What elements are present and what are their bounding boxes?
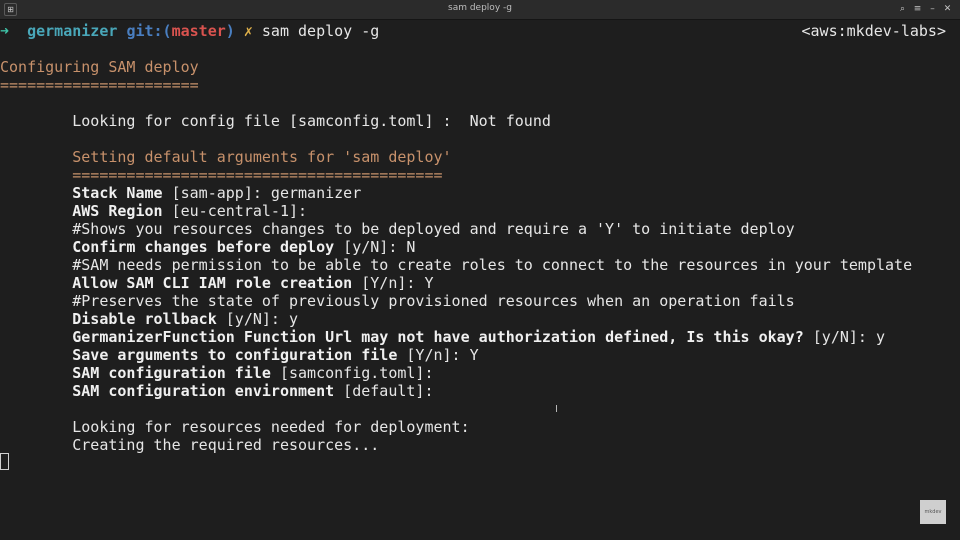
- config-file-value: [samconfig.toml]:: [270, 364, 434, 382]
- stack-name-line: Stack Name [sam-app]: germanizer: [0, 184, 361, 202]
- confirm-label: Confirm changes before deploy: [72, 238, 335, 256]
- stack-name-label: Stack Name: [72, 184, 163, 202]
- creating-resources-line: Creating the required resources...: [0, 436, 380, 454]
- region-label: AWS Region: [72, 202, 163, 220]
- prompt-arrow-icon: ➜: [0, 22, 10, 40]
- iam-line: Allow SAM CLI IAM role creation [Y/n]: Y: [0, 274, 434, 292]
- stack-name-value: [sam-app]: germanizer: [162, 184, 362, 202]
- defaults-heading-rule: ========================================…: [0, 166, 443, 184]
- config-env-label: SAM configuration environment: [72, 382, 335, 400]
- rollback-label: Disable rollback: [72, 310, 217, 328]
- iam-value: [Y/n]: Y: [352, 274, 434, 292]
- terminal-cursor: [0, 453, 9, 470]
- minimize-icon[interactable]: –: [926, 3, 939, 16]
- output-heading: Configuring SAM deploy: [0, 58, 199, 76]
- title-bar-right: ⌕ ≡ – ✕: [896, 3, 954, 16]
- comment-iam-line: #SAM needs permission to be able to crea…: [0, 256, 913, 274]
- auth-value: [y/N]: y: [803, 328, 886, 346]
- defaults-heading: Setting default arguments for 'sam deplo…: [0, 148, 452, 166]
- rollback-value: [y/N]: y: [216, 310, 299, 328]
- prompt-branch: master: [171, 22, 226, 40]
- menu-icon[interactable]: ≡: [911, 3, 924, 16]
- title-bar: ⊞ sam deploy -g ⌕ ≡ – ✕: [0, 0, 960, 20]
- output-heading-rule: ======================: [0, 76, 199, 94]
- save-label: Save arguments to configuration file: [72, 346, 398, 364]
- confirm-line: Confirm changes before deploy [y/N]: N: [0, 238, 415, 256]
- config-file-line: SAM configuration file [samconfig.toml]:: [0, 364, 434, 382]
- auth-line: GermanizerFunction Function Url may not …: [0, 328, 885, 346]
- config-env-value: [default]:: [334, 382, 434, 400]
- confirm-value: [y/N]: N: [334, 238, 416, 256]
- mouse-ibeam-icon: I: [555, 404, 558, 415]
- config-file-label: SAM configuration file: [72, 364, 271, 382]
- right-prompt: <aws:mkdev-labs>: [801, 22, 947, 40]
- rollback-line: Disable rollback [y/N]: y: [0, 310, 298, 328]
- auth-label: GermanizerFunction Function Url may not …: [72, 328, 804, 346]
- window-title: sam deploy -g: [448, 3, 512, 13]
- prompt-git-close: ): [225, 22, 235, 40]
- save-line: Save arguments to configuration file [Y/…: [0, 346, 479, 364]
- iam-label: Allow SAM CLI IAM role creation: [72, 274, 353, 292]
- region-line: AWS Region [eu-central-1]:: [0, 202, 307, 220]
- watermark-logo: mkdev: [920, 500, 946, 524]
- resources-lookup-line: Looking for resources needed for deploym…: [0, 418, 470, 436]
- prompt-git-label: git:(: [126, 22, 172, 40]
- prompt-dirty-icon: ✗: [243, 22, 253, 40]
- prompt-line: ➜ germanizer git:(master) ✗ sam deploy -…: [0, 22, 379, 40]
- comment-rollback-line: #Preserves the state of previously provi…: [0, 292, 795, 310]
- terminal-output[interactable]: ➜ germanizer git:(master) ✗ sam deploy -…: [0, 21, 960, 540]
- comment-confirm-line: #Shows you resources changes to be deplo…: [0, 220, 795, 238]
- prompt-command: sam deploy -g: [261, 22, 380, 40]
- region-value: [eu-central-1]:: [162, 202, 308, 220]
- close-icon[interactable]: ✕: [941, 3, 954, 16]
- prompt-directory: germanizer: [27, 22, 118, 40]
- config-env-line: SAM configuration environment [default]:: [0, 382, 434, 400]
- config-lookup-line: Looking for config file [samconfig.toml]…: [0, 112, 551, 130]
- search-icon[interactable]: ⌕: [896, 3, 909, 16]
- save-value: [Y/n]: Y: [397, 346, 479, 364]
